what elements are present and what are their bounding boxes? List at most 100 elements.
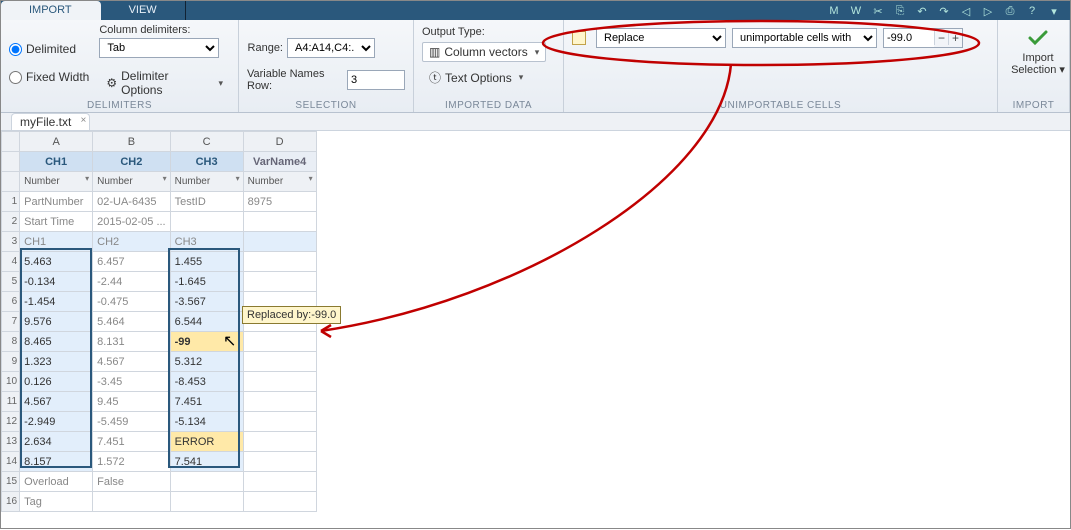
row-header[interactable]: 10 xyxy=(2,372,20,392)
text-options-button[interactable]: ⓣ Text Options xyxy=(422,66,530,89)
cell[interactable] xyxy=(243,372,316,392)
type-header[interactable]: Number xyxy=(93,172,171,192)
cell[interactable]: 2.634 xyxy=(20,432,93,452)
cell[interactable]: -5.134 xyxy=(170,412,243,432)
row-header[interactable]: 4 xyxy=(2,252,20,272)
cell[interactable] xyxy=(243,412,316,432)
cell[interactable]: CH2 xyxy=(93,232,171,252)
row-header[interactable]: 8 xyxy=(2,332,20,352)
cell[interactable]: 8.465 xyxy=(20,332,93,352)
row-header[interactable]: 2 xyxy=(2,212,20,232)
cell[interactable]: 1.323 xyxy=(20,352,93,372)
undo-icon[interactable]: ↶ xyxy=(914,5,930,19)
cell[interactable]: ERROR xyxy=(170,432,243,452)
cell[interactable]: 4.567 xyxy=(93,352,171,372)
type-header[interactable]: Number xyxy=(20,172,93,192)
cell[interactable] xyxy=(243,472,316,492)
cell[interactable]: 8.131 xyxy=(93,332,171,352)
row-header[interactable]: 11 xyxy=(2,392,20,412)
cell[interactable]: 02-UA-6435 xyxy=(93,192,171,212)
column-header[interactable]: B xyxy=(93,132,171,152)
cell[interactable]: 5.463 xyxy=(20,252,93,272)
cell[interactable]: TestID xyxy=(170,192,243,212)
cell[interactable] xyxy=(170,472,243,492)
column-delimiters-select[interactable]: Tab xyxy=(99,38,219,58)
row-header[interactable]: 15 xyxy=(2,472,20,492)
cell[interactable]: False xyxy=(93,472,171,492)
redo-icon[interactable]: ↷ xyxy=(936,5,952,19)
decrement-icon[interactable]: − xyxy=(934,31,948,45)
cell[interactable]: 5.312 xyxy=(170,352,243,372)
cell[interactable] xyxy=(243,212,316,232)
type-header[interactable]: Number xyxy=(170,172,243,192)
cell[interactable]: CH3 xyxy=(170,232,243,252)
cell[interactable] xyxy=(93,492,171,512)
type-header[interactable]: Number xyxy=(243,172,316,192)
cell[interactable]: 7.541 xyxy=(170,452,243,472)
data-grid[interactable]: ABCDCH1CH2CH3VarName4NumberNumberNumberN… xyxy=(1,131,1070,528)
cell[interactable]: 8.157 xyxy=(20,452,93,472)
cell[interactable] xyxy=(243,452,316,472)
fwd-icon[interactable]: ▷ xyxy=(980,5,996,19)
rule-value-input[interactable] xyxy=(884,29,934,47)
cell[interactable]: -2.44 xyxy=(93,272,171,292)
cell[interactable]: 7.451 xyxy=(93,432,171,452)
rule-value-spinner[interactable]: − + xyxy=(883,28,963,48)
row-header[interactable]: 6 xyxy=(2,292,20,312)
cell[interactable]: -0.475 xyxy=(93,292,171,312)
cell[interactable]: -0.134 xyxy=(20,272,93,292)
cell[interactable]: 9.45 xyxy=(93,392,171,412)
cell[interactable]: Start Time xyxy=(20,212,93,232)
radio-delimited[interactable]: Delimited xyxy=(9,42,89,56)
cell[interactable]: 4.567 xyxy=(20,392,93,412)
file-tab[interactable]: myFile.txt × xyxy=(11,113,90,130)
cell[interactable]: -5.459 xyxy=(93,412,171,432)
delimiter-options-button[interactable]: ⚙ Delimiter Options xyxy=(99,66,230,100)
cell[interactable]: 9.576 xyxy=(20,312,93,332)
row-header[interactable]: 13 xyxy=(2,432,20,452)
cell[interactable] xyxy=(243,432,316,452)
qa-icon[interactable]: M xyxy=(826,5,842,19)
cell[interactable]: 5.464 xyxy=(93,312,171,332)
variable-name-header[interactable]: CH3 xyxy=(170,152,243,172)
cell[interactable]: 2015-02-05 ... xyxy=(93,212,171,232)
cell[interactable] xyxy=(243,232,316,252)
help-icon[interactable]: ? xyxy=(1024,5,1040,19)
cell[interactable]: 1.572 xyxy=(93,452,171,472)
cell[interactable]: 1.455 xyxy=(170,252,243,272)
cell[interactable] xyxy=(243,332,316,352)
cell[interactable]: 7.451 xyxy=(170,392,243,412)
column-header[interactable]: D xyxy=(243,132,316,152)
column-header[interactable]: A xyxy=(20,132,93,152)
cell[interactable]: -1.645 xyxy=(170,272,243,292)
cell[interactable]: 6.544 xyxy=(170,312,243,332)
row-header[interactable]: 14 xyxy=(2,452,20,472)
cell[interactable] xyxy=(170,212,243,232)
cell[interactable]: Tag xyxy=(20,492,93,512)
row-header[interactable]: 3 xyxy=(2,232,20,252)
row-header[interactable]: 12 xyxy=(2,412,20,432)
range-select[interactable]: A4:A14,C4:... xyxy=(287,38,375,58)
close-icon[interactable]: × xyxy=(81,115,87,126)
cut-icon[interactable]: ✂ xyxy=(870,5,886,19)
row-header[interactable]: 1 xyxy=(2,192,20,212)
cell[interactable]: -8.453 xyxy=(170,372,243,392)
variable-name-header[interactable]: VarName4 xyxy=(243,152,316,172)
copy-icon[interactable]: ⎘ xyxy=(892,5,908,19)
cell[interactable] xyxy=(243,492,316,512)
varrow-input[interactable] xyxy=(347,70,405,90)
print-icon[interactable]: ⎙ xyxy=(1002,5,1018,19)
row-header[interactable]: 5 xyxy=(2,272,20,292)
variable-name-header[interactable]: CH2 xyxy=(93,152,171,172)
rule-target-select[interactable]: unimportable cells with xyxy=(732,28,877,48)
cell[interactable]: -2.949 xyxy=(20,412,93,432)
cell[interactable] xyxy=(243,252,316,272)
cell[interactable] xyxy=(170,492,243,512)
tab-view[interactable]: VIEW xyxy=(101,1,186,20)
variable-name-header[interactable]: CH1 xyxy=(20,152,93,172)
row-header[interactable]: 9 xyxy=(2,352,20,372)
radio-fixed-width[interactable]: Fixed Width xyxy=(9,70,89,84)
row-header[interactable]: 16 xyxy=(2,492,20,512)
cell[interactable]: Overload xyxy=(20,472,93,492)
cell[interactable]: PartNumber xyxy=(20,192,93,212)
